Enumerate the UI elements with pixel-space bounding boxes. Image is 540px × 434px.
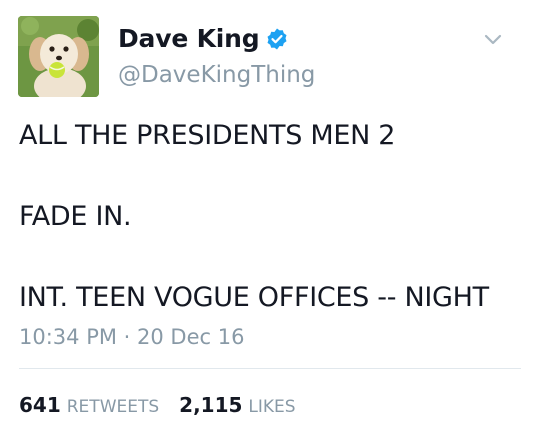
engagement-stats: 641 RETWEETS 2,115 LIKES: [19, 393, 316, 417]
tweet-card: Dave King @DaveKingThing ALL THE PRESIDE…: [0, 0, 540, 434]
tweet-text-line: ALL THE PRESIDENTS MEN 2: [19, 120, 396, 151]
likes-label[interactable]: LIKES: [248, 397, 295, 417]
retweets-count[interactable]: 641: [19, 393, 61, 417]
dog-avatar-icon: [18, 16, 99, 97]
likes-count[interactable]: 2,115: [179, 393, 242, 417]
tweet-text-line: INT. TEEN VOGUE OFFICES -- NIGHT: [19, 282, 489, 313]
author-display-name[interactable]: Dave King: [118, 24, 260, 53]
tweet-text-line: FADE IN.: [19, 201, 132, 232]
verified-badge-icon: [267, 28, 287, 49]
author-handle[interactable]: @DaveKingThing: [118, 62, 315, 88]
divider: [19, 368, 521, 369]
avatar[interactable]: [18, 16, 99, 97]
tweet-timestamp[interactable]: 10:34 PM · 20 Dec 16: [19, 325, 244, 349]
retweets-label[interactable]: RETWEETS: [67, 397, 159, 417]
chevron-down-icon[interactable]: [482, 28, 504, 50]
author-name-row: Dave King: [118, 24, 289, 53]
